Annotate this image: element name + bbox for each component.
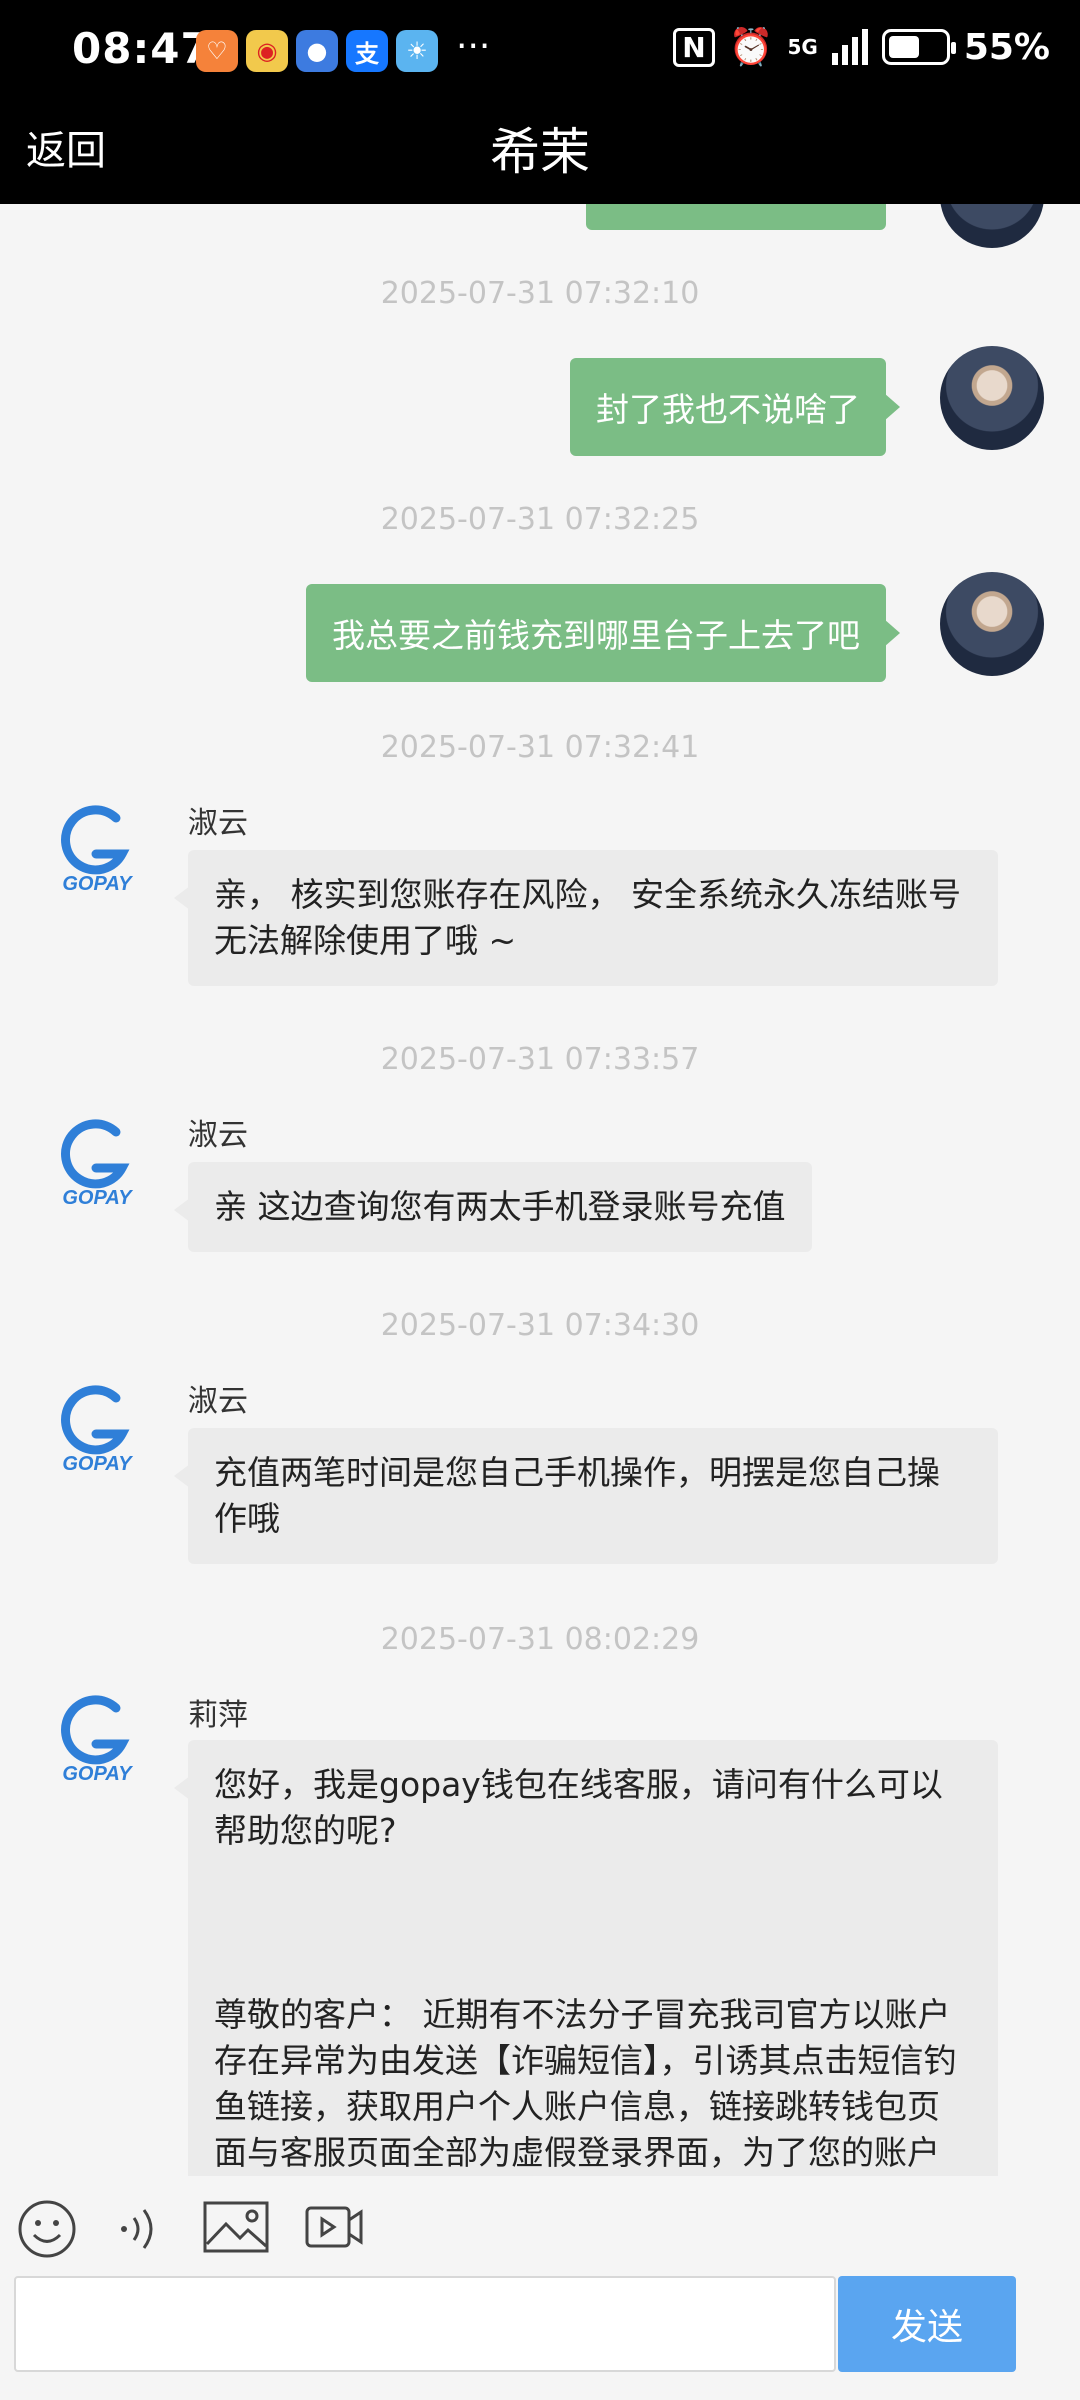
outgoing-message[interactable]: 我总要之前钱充到哪里台子上去了吧 — [306, 584, 900, 682]
gopay-logo: GOPAY — [61, 805, 133, 894]
timestamp: 2025-07-31 07:32:10 — [380, 276, 700, 311]
timestamp: 2025-07-31 07:34:30 — [380, 1308, 700, 1343]
incoming-message[interactable]: 充值两笔时间是您自己手机操作，明摆是您自己操作哦 — [174, 1428, 998, 1564]
message-text: 亲 这边查询您有两太手机登录账号充值 — [214, 1187, 786, 1226]
user-avatar — [940, 572, 1044, 676]
more-notifications-icon: ··· — [456, 26, 491, 67]
gopay-logo: GOPAY — [61, 1385, 133, 1474]
timestamp: 2025-07-31 08:02:29 — [380, 1622, 700, 1657]
logo-text: GOPAY — [62, 1453, 133, 1474]
top-bar: 08:47 ♡ ◉ ● 支 ☀ ··· N ⏰ 5G 55% 返回 希茉 — [0, 0, 1080, 204]
outgoing-message[interactable]: 封了我也不说啥了 — [570, 358, 900, 456]
composer: 发送 — [0, 2176, 1080, 2400]
chat-message-list[interactable]: 2025-07-31 07:32:10 封了我也不说啥了 2025-07-31 … — [0, 204, 1080, 2176]
incoming-message[interactable]: 亲， 核实到您账存在风险， 安全系统永久冻结账号 无法解除使用了哦 ~ — [174, 850, 998, 986]
timestamp: 2025-07-31 07:32:25 — [380, 502, 700, 537]
message-text: 封了我也不说啥了 — [596, 390, 860, 429]
logo-text: GOPAY — [62, 873, 133, 894]
sender-name: 淑云 — [188, 1118, 248, 1153]
incoming-message[interactable]: 亲 这边查询您有两太手机登录账号充值 — [174, 1162, 812, 1252]
weibo-app-icon: ◉ — [246, 30, 288, 72]
page-title: 希茉 — [490, 123, 590, 181]
timestamp: 2025-07-31 07:32:41 — [380, 730, 700, 765]
video-icon[interactable] — [304, 2198, 364, 2256]
sender-name: 淑云 — [188, 1384, 248, 1419]
message-text: 充值两笔时间是您自己手机操作，明摆是您自己操作哦 — [214, 1453, 940, 1538]
logo-text: GOPAY — [62, 1187, 133, 1208]
battery-icon — [881, 29, 956, 65]
alipay-app-icon: 支 — [346, 30, 388, 72]
status-bar: 08:47 ♡ ◉ ● 支 ☀ ··· N ⏰ 5G 55% — [0, 0, 1080, 105]
previous-outgoing-bubble — [586, 204, 886, 230]
status-time: 08:47 — [72, 24, 211, 73]
browser-app-icon: ● — [296, 30, 338, 72]
message-text: 亲， 核实到您账存在风险， 安全系统永久冻结账号 无法解除使用了哦 ~ — [214, 875, 972, 960]
battery-fill — [888, 36, 919, 58]
sender-name: 淑云 — [188, 806, 248, 841]
send-button[interactable]: 发送 — [838, 2276, 1016, 2372]
user-avatar — [940, 346, 1044, 450]
timestamp: 2025-07-31 07:33:57 — [380, 1042, 700, 1077]
logo-text: GOPAY — [62, 1763, 133, 1784]
image-icon[interactable] — [202, 2198, 270, 2256]
notification-app-icons: ♡ ◉ ● 支 ☀ — [196, 30, 438, 72]
message-text: 我总要之前钱充到哪里台子上去了吧 — [332, 616, 860, 655]
alarm-icon: ⏰ — [728, 27, 774, 68]
sender-name: 莉萍 — [188, 1698, 248, 1733]
incoming-message[interactable]: 您好，我是gopay钱包在线客服，请问有什么可以帮助您的呢? 尊敬的客户： 近期… — [174, 1740, 998, 2176]
emoji-icon[interactable] — [16, 2198, 78, 2260]
network-type: 5G — [787, 35, 818, 59]
message-text: 尊敬的客户： 近期有不法分子冒充我司官方以账户存在异常为由发送【诈骗短信】，引诱… — [214, 1995, 957, 2172]
user-avatar — [940, 204, 1044, 248]
taobao-app-icon: ♡ — [196, 30, 238, 72]
gopay-logo: GOPAY — [61, 1119, 133, 1208]
message-input[interactable] — [14, 2276, 836, 2372]
system-icons: N ⏰ 5G 55% — [673, 26, 1050, 68]
voice-icon[interactable] — [112, 2198, 168, 2260]
signal-icon — [831, 29, 868, 65]
battery-percent: 55% — [963, 26, 1050, 68]
weather-app-icon: ☀ — [396, 30, 438, 72]
gopay-logo: GOPAY — [61, 1695, 133, 1784]
nfc-icon: N — [673, 27, 715, 67]
message-text: 您好，我是gopay钱包在线客服，请问有什么可以帮助您的呢? — [214, 1765, 943, 1850]
